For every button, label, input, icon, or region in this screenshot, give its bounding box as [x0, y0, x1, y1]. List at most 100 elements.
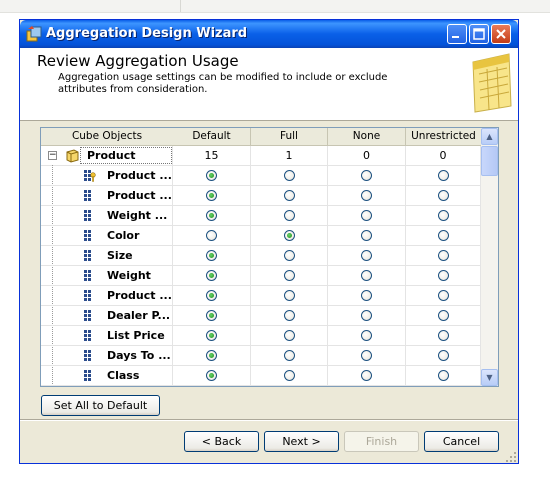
attribute-name-cell: Days To ...: [41, 346, 173, 366]
dimension-name-cell: − Product: [41, 146, 173, 166]
none-radio[interactable]: [361, 369, 372, 381]
unrestricted-radio[interactable]: [437, 349, 449, 361]
header-panel: Review Aggregation Usage Aggregation usa…: [20, 48, 518, 121]
column-header-none[interactable]: None: [328, 128, 406, 146]
column-header-default[interactable]: Default: [173, 128, 251, 146]
finish-button[interactable]: Finish: [344, 431, 419, 452]
none-option-cell: [328, 366, 406, 386]
unrestricted-radio[interactable]: [437, 209, 449, 221]
attribute-name: Class: [107, 369, 140, 382]
default-radio[interactable]: [206, 189, 217, 201]
unrestricted-radio[interactable]: [437, 309, 449, 321]
attribute-row[interactable]: Color: [41, 226, 481, 246]
next-button[interactable]: Next >: [264, 431, 339, 452]
default-radio[interactable]: [206, 169, 217, 181]
none-radio[interactable]: [361, 209, 372, 221]
full-radio[interactable]: [283, 349, 295, 361]
set-all-to-default-button[interactable]: Set All to Default: [41, 395, 160, 416]
attribute-row[interactable]: Product ...: [41, 186, 481, 206]
maximize-button[interactable]: [469, 24, 489, 44]
scroll-thumb[interactable]: [481, 146, 498, 176]
aggregation-usage-grid[interactable]: Cube Objects Default Full None Unrestric…: [40, 127, 499, 387]
attribute-name-cell: Dealer P...: [41, 306, 173, 326]
attribute-name-cell: Color: [41, 226, 173, 246]
default-option-cell: [173, 166, 251, 186]
full-radio[interactable]: [283, 249, 295, 261]
full-radio[interactable]: [283, 329, 295, 341]
full-radio[interactable]: [283, 209, 295, 221]
minimize-button[interactable]: [447, 24, 467, 44]
unrestricted-radio[interactable]: [437, 289, 449, 301]
column-header-cube-objects[interactable]: Cube Objects: [41, 128, 174, 146]
grid-vertical-scrollbar[interactable]: ▲ ▼: [481, 128, 498, 386]
default-radio[interactable]: [206, 369, 217, 381]
full-radio[interactable]: [283, 189, 295, 201]
attribute-name: Product ...: [107, 169, 172, 182]
scroll-down-button[interactable]: ▼: [481, 369, 498, 386]
full-radio[interactable]: [283, 229, 295, 241]
attribute-row[interactable]: Product ...: [41, 166, 481, 186]
full-radio[interactable]: [283, 289, 295, 301]
unrestricted-radio[interactable]: [437, 189, 449, 201]
attribute-name-cell: Size: [41, 246, 173, 266]
none-radio[interactable]: [361, 229, 372, 241]
attribute-row[interactable]: Class: [41, 366, 481, 386]
close-button[interactable]: [491, 24, 511, 44]
default-count: 15: [173, 146, 251, 166]
default-radio[interactable]: [206, 349, 217, 361]
default-radio[interactable]: [206, 209, 217, 221]
full-option-cell: [251, 266, 328, 286]
default-radio[interactable]: [206, 309, 217, 321]
back-button[interactable]: < Back: [184, 431, 259, 452]
attribute-row[interactable]: Weight ...: [41, 206, 481, 226]
unrestricted-radio[interactable]: [437, 169, 449, 181]
attribute-row[interactable]: Weight: [41, 266, 481, 286]
unrestricted-radio[interactable]: [437, 269, 449, 281]
none-option-cell: [328, 346, 406, 366]
none-radio[interactable]: [361, 349, 372, 361]
dimension-row-product[interactable]: − Product 15 1 0 0: [41, 146, 481, 166]
default-option-cell: [173, 186, 251, 206]
none-radio[interactable]: [361, 169, 372, 181]
dimension-name: Product: [87, 149, 136, 162]
none-radio[interactable]: [361, 329, 372, 341]
none-radio[interactable]: [361, 189, 372, 201]
unrestricted-radio[interactable]: [437, 369, 449, 381]
full-option-cell: [251, 286, 328, 306]
unrestricted-radio[interactable]: [437, 249, 449, 261]
attribute-row[interactable]: Dealer P...: [41, 306, 481, 326]
none-radio[interactable]: [361, 249, 372, 261]
attribute-row[interactable]: Days To ...: [41, 346, 481, 366]
default-radio[interactable]: [206, 229, 217, 241]
full-radio[interactable]: [283, 309, 295, 321]
unrestricted-radio[interactable]: [437, 229, 449, 241]
attribute-row[interactable]: List Price: [41, 326, 481, 346]
scroll-up-button[interactable]: ▲: [481, 128, 498, 145]
cancel-button[interactable]: Cancel: [424, 431, 499, 452]
resize-grip-icon[interactable]: [505, 451, 517, 463]
unrestricted-option-cell: [406, 366, 481, 386]
attribute-row[interactable]: Size: [41, 246, 481, 266]
default-radio[interactable]: [206, 329, 217, 341]
attribute-name: Days To ...: [107, 349, 171, 362]
collapse-toggle[interactable]: −: [48, 151, 57, 160]
attribute-name: Dealer P...: [107, 309, 171, 322]
column-header-full[interactable]: Full: [251, 128, 328, 146]
column-header-unrestricted[interactable]: Unrestricted: [406, 128, 482, 146]
full-radio[interactable]: [283, 269, 295, 281]
wizard-app-icon: [26, 26, 42, 42]
unrestricted-option-cell: [406, 206, 481, 226]
default-radio[interactable]: [206, 269, 217, 281]
title-bar[interactable]: Aggregation Design Wizard: [20, 20, 518, 48]
full-option-cell: [251, 306, 328, 326]
default-option-cell: [173, 286, 251, 306]
none-radio[interactable]: [361, 289, 372, 301]
full-radio[interactable]: [283, 369, 295, 381]
none-radio[interactable]: [361, 309, 372, 321]
none-radio[interactable]: [361, 269, 372, 281]
full-radio[interactable]: [283, 169, 295, 181]
default-radio[interactable]: [206, 249, 217, 261]
unrestricted-radio[interactable]: [437, 329, 449, 341]
attribute-row[interactable]: Product ...: [41, 286, 481, 306]
default-radio[interactable]: [206, 289, 217, 301]
